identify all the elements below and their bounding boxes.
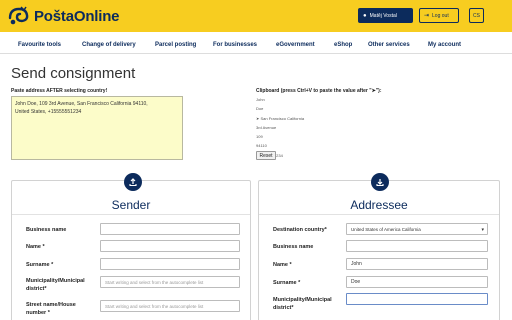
label-line: Street name/House <box>26 302 76 308</box>
divider <box>259 214 499 215</box>
upload-icon <box>124 173 142 191</box>
addressee-surname-input[interactable]: Doe <box>346 276 488 288</box>
nav-item-other-services[interactable]: Other services <box>368 42 410 48</box>
sender-title: Sender <box>111 198 151 212</box>
nav-item-my-account[interactable]: My account <box>428 42 461 48</box>
main-nav: Favourite tools Change of delivery Parce… <box>0 36 512 54</box>
clipboard-item[interactable]: 94110 <box>256 141 304 150</box>
clipboard-item[interactable]: John <box>256 95 304 104</box>
nav-item-parcel-posting[interactable]: Parcel posting <box>155 42 196 48</box>
sender-business-name-label: Business name <box>26 227 67 233</box>
sender-business-name-input[interactable] <box>100 223 240 235</box>
label-line: district* <box>273 305 294 311</box>
paste-address-line: John Doe, 109 3rd Avenue, San Francisco … <box>15 101 148 107</box>
label-line: Municipality/Municipal <box>26 278 85 284</box>
clipboard-title: Clipboard (press Ctrl+V to paste the val… <box>256 88 382 94</box>
reset-button[interactable]: Reset <box>256 151 276 160</box>
addressee-card: Addressee Destination country* United St… <box>258 173 500 320</box>
sender-name-label: Name * <box>26 244 45 250</box>
post-horn-icon <box>8 6 29 25</box>
sender-municipality-input[interactable]: Start writing and select from the autoco… <box>100 276 240 288</box>
download-icon <box>371 173 389 191</box>
paste-address-textarea[interactable]: John Doe, 109 3rd Avenue, San Francisco … <box>11 96 183 160</box>
sender-name-input[interactable] <box>100 240 240 252</box>
nav-item-favourite-tools[interactable]: Favourite tools <box>18 42 61 48</box>
sender-surname-label: Surname * <box>26 262 54 268</box>
chevron-down-icon: ▾ <box>481 227 484 233</box>
user-account-button[interactable]: ● Matěj Vostal <box>358 8 413 23</box>
label-line: number * <box>26 310 50 316</box>
sender-card: Sender Business name Name * Surname * Mu… <box>11 173 251 320</box>
nav-item-change-of-delivery[interactable]: Change of delivery <box>82 42 136 48</box>
sender-surname-input[interactable] <box>100 258 240 270</box>
logout-label: Log out <box>432 12 449 19</box>
paste-address-label: Paste address AFTER selecting country! <box>11 88 108 94</box>
nav-item-for-businesses[interactable]: For businesses <box>213 42 257 48</box>
clipboard-item[interactable]: ➤ San Francisco California <box>256 114 304 123</box>
destination-country-value: United States of America California <box>351 226 421 232</box>
page-title: Send consignment <box>11 65 136 82</box>
nav-item-eshop[interactable]: eShop <box>334 42 352 48</box>
addressee-municipality-input[interactable] <box>346 293 488 305</box>
addressee-business-name-label: Business name <box>273 244 314 250</box>
logo-text: PoštaOnline <box>34 7 120 25</box>
label-line: district* <box>26 286 47 292</box>
user-name: Matěj Vostal <box>369 12 397 19</box>
top-bar: PoštaOnline ● Matěj Vostal ⇥ Log out CS <box>0 0 512 32</box>
destination-country-select[interactable]: United States of America California ▾ <box>346 223 488 235</box>
logout-icon: ⇥ <box>424 13 430 19</box>
destination-country-label: Destination country* <box>273 227 327 233</box>
clipboard-item[interactable]: Doe <box>256 104 304 113</box>
logout-button[interactable]: ⇥ Log out <box>419 8 459 23</box>
sender-municipality-label: Municipality/Municipal district* <box>26 277 85 293</box>
addressee-surname-label: Surname * <box>273 280 301 286</box>
addressee-business-name-input[interactable] <box>346 240 488 252</box>
user-icon: ● <box>363 12 367 19</box>
language-button[interactable]: CS <box>469 8 484 23</box>
logo[interactable]: PoštaOnline <box>8 6 120 26</box>
addressee-name-label: Name * <box>273 262 292 268</box>
sender-street-input[interactable]: Start writing and select from the autoco… <box>100 300 240 312</box>
label-line: Municipality/Municipal <box>273 297 332 303</box>
addressee-municipality-label: Municipality/Municipal district* <box>273 296 332 312</box>
addressee-title: Addressee <box>350 198 408 212</box>
clipboard-item[interactable]: 109 <box>256 132 304 141</box>
divider <box>12 214 250 215</box>
clipboard-item[interactable]: 3rd Avenue <box>256 123 304 132</box>
sender-street-label: Street name/House number * <box>26 301 76 317</box>
addressee-name-input[interactable]: John <box>346 258 488 270</box>
paste-address-line: United States, +15555551234 <box>15 109 82 115</box>
nav-item-egovernment[interactable]: eGovernment <box>276 42 315 48</box>
